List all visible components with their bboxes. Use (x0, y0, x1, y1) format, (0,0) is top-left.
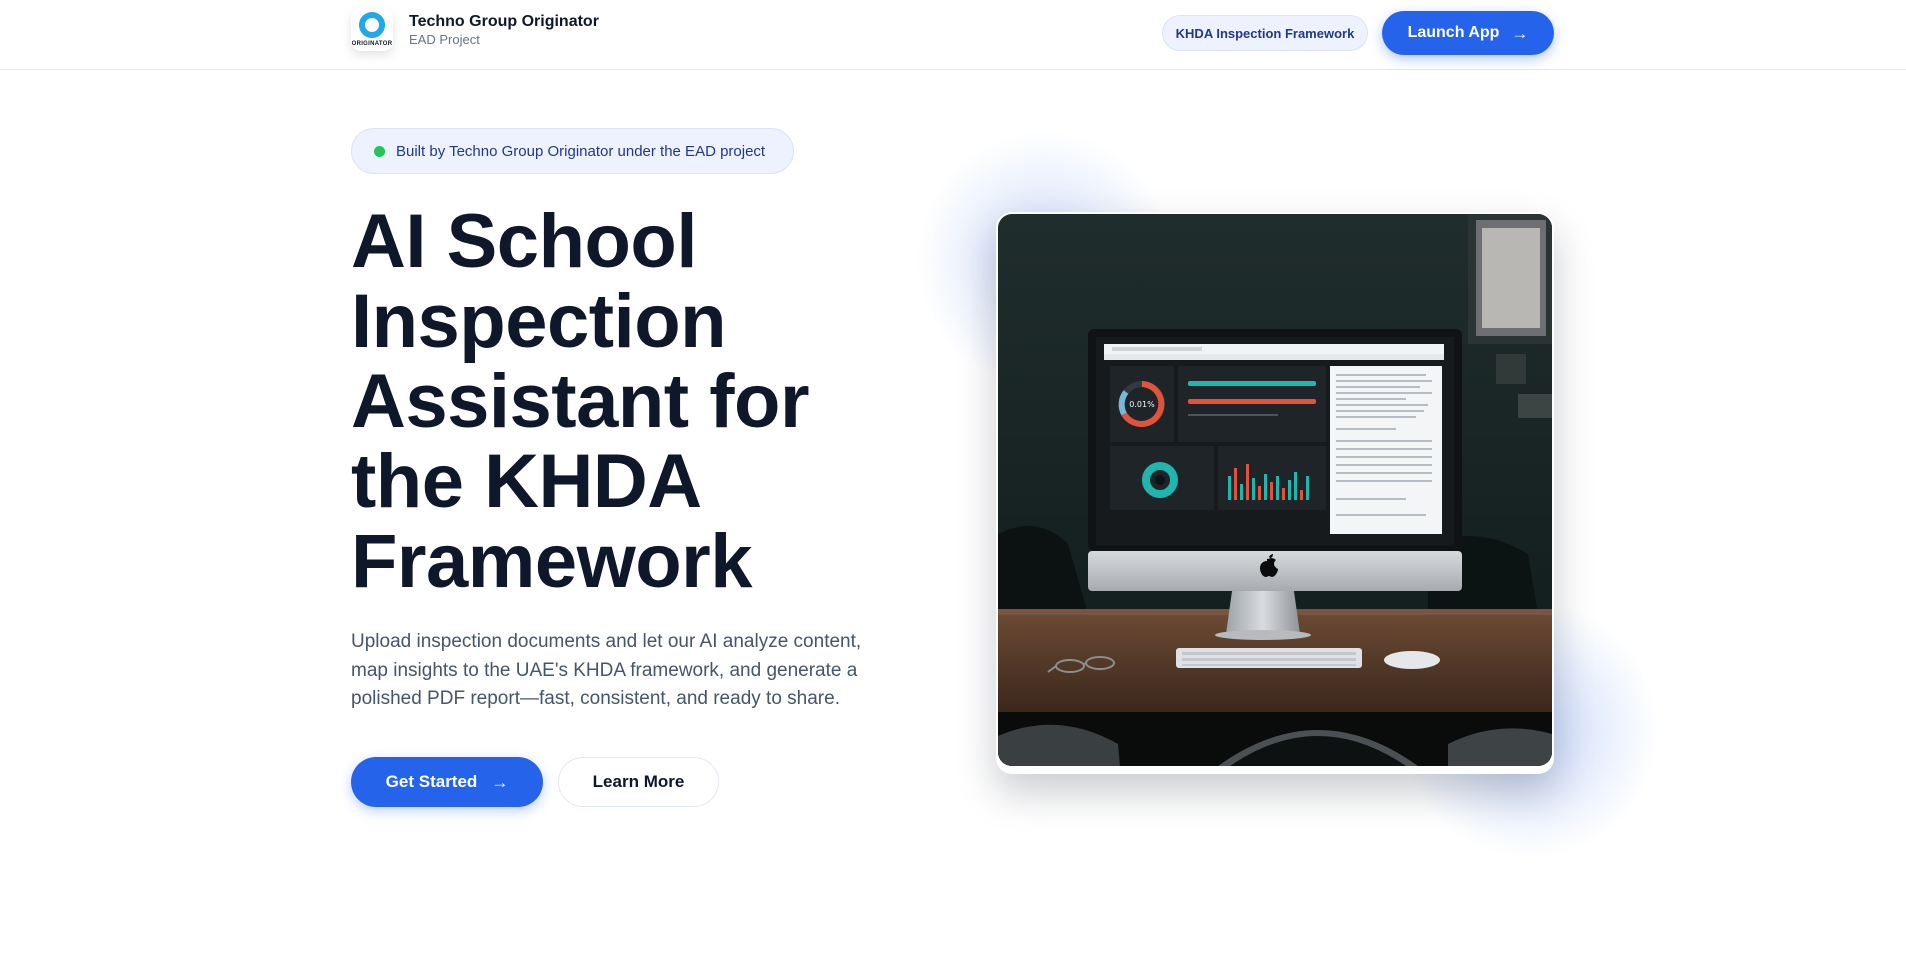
hero-description: Upload inspection documents and let our … (351, 631, 862, 709)
status-dot-icon (374, 145, 385, 157)
arrow-right-icon: → (491, 772, 509, 792)
get-started-button[interactable]: Get Started → (351, 757, 543, 807)
arrow-right-icon: → (1511, 23, 1529, 43)
built-by-badge: Built by Techno Group Originator under t… (351, 128, 794, 174)
badge-text: Built by Techno Group Originator under t… (396, 142, 766, 160)
hero-headline: AI School Inspection Assistant for the K… (351, 199, 810, 604)
brand-name: Techno Group Originator (409, 13, 599, 30)
launch-app-label: Launch App (1407, 24, 1500, 41)
launch-app-button[interactable]: Launch App → (1382, 11, 1554, 55)
hero-image: 0.01% (998, 214, 1552, 766)
learn-more-button[interactable]: Learn More (558, 757, 719, 807)
get-started-label: Get Started (385, 772, 478, 791)
site-header: ORIGINATOR Techno Group Originator EAD P… (0, 0, 1906, 70)
khda-framework-link[interactable]: KHDA Inspection Framework (1162, 15, 1368, 51)
hero-image-card: 0.01% (996, 212, 1554, 774)
originator-logo-icon: ORIGINATOR (351, 9, 393, 51)
screen-gauge-value: 0.01% (1129, 400, 1155, 409)
logo-wordmark: ORIGINATOR (351, 41, 393, 47)
brand[interactable]: ORIGINATOR Techno Group Originator EAD P… (351, 9, 599, 51)
brand-subtitle: EAD Project (409, 32, 480, 47)
